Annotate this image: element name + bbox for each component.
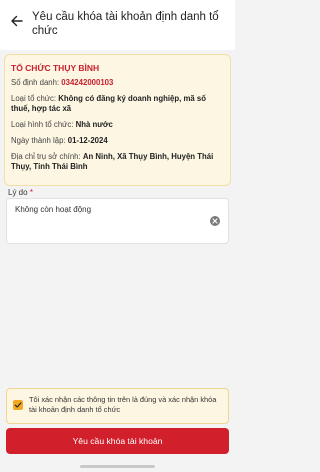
clear-icon[interactable] <box>210 216 220 226</box>
checkmark-icon <box>14 402 22 408</box>
back-button[interactable] <box>8 12 26 30</box>
reason-input[interactable]: Không còn hoạt động <box>6 198 229 244</box>
organization-info-card: TỔ CHỨC THỤY BÌNH Số định danh: 03424200… <box>4 54 231 186</box>
address-label: Địa chỉ trụ sở chính: <box>11 152 83 161</box>
home-indicator <box>80 465 155 468</box>
app-header: Yêu cầu khóa tài khoản định danh tổ chức <box>0 0 235 50</box>
reason-label-text: Lý do <box>8 188 28 197</box>
address-row: Địa chỉ trụ sở chính: An Ninh, Xã Thụy B… <box>11 152 224 172</box>
id-number-row: Số định danh: 034242000103 <box>11 78 224 88</box>
reason-label: Lý do * <box>8 188 33 197</box>
org-kind-label: Loại hình tổ chức: <box>11 120 76 129</box>
confirmation-panel: Tôi xác nhận các thông tin trên là đúng … <box>6 388 229 424</box>
org-type-row: Loại tổ chức: Không có đăng ký doanh ngh… <box>11 94 224 114</box>
reason-input-value: Không còn hoạt động <box>15 205 92 214</box>
confirm-checkbox[interactable] <box>13 400 23 410</box>
organization-name: TỔ CHỨC THỤY BÌNH <box>11 63 100 73</box>
founded-date-row: Ngày thành lập: 01-12-2024 <box>11 136 224 146</box>
required-mark: * <box>29 188 33 197</box>
submit-lock-request-button[interactable]: Yêu cầu khóa tài khoản <box>6 428 229 454</box>
org-kind-row: Loại hình tổ chức: Nhà nước <box>11 120 224 130</box>
confirm-text: Tôi xác nhận các thông tin trên là đúng … <box>29 395 217 414</box>
submit-button-label: Yêu cầu khóa tài khoản <box>72 436 163 446</box>
id-number-label: Số định danh: <box>11 78 62 87</box>
arrow-left-icon[interactable] <box>11 15 23 27</box>
founded-date-value: 01-12-2024 <box>67 136 108 145</box>
founded-date-label: Ngày thành lập: <box>11 136 68 145</box>
page-title: Yêu cầu khóa tài khoản định danh tổ chức <box>32 11 219 37</box>
org-kind-value: Nhà nước <box>75 120 113 129</box>
org-type-label: Loại tổ chức: <box>11 94 59 103</box>
id-number-value: 034242000103 <box>61 78 114 87</box>
